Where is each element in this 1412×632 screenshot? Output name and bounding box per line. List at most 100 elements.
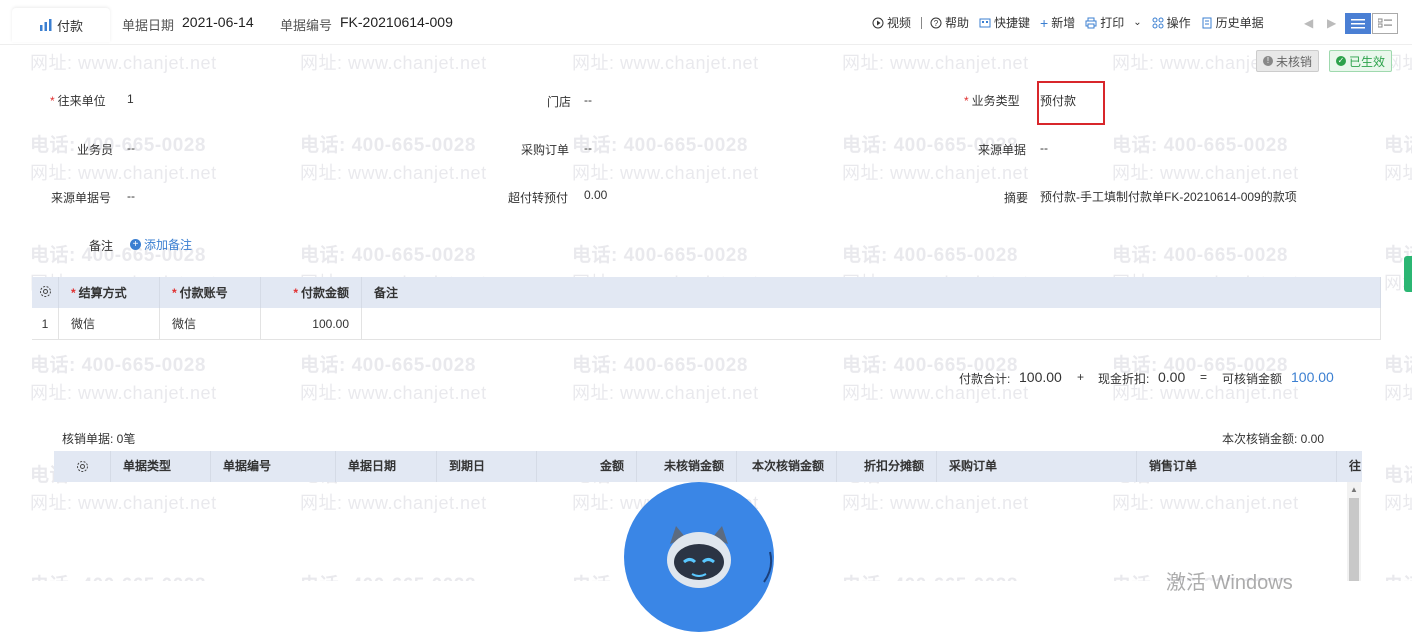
detail-list-icon xyxy=(1378,18,1392,28)
note-label: 备注 xyxy=(89,239,114,253)
status-badge-effective: ✓ 已生效 xyxy=(1329,50,1393,72)
gear-icon xyxy=(39,285,51,297)
column-header: * 付款账号 xyxy=(159,277,261,308)
discount-label: 现金折扣: xyxy=(1098,372,1150,386)
list-view-button[interactable] xyxy=(1345,13,1371,34)
verifiable-value: 100.00 xyxy=(1291,369,1334,385)
column-settings[interactable] xyxy=(54,451,111,482)
top-bar: 付款 单据日期 2021-06-14 单据编号 FK-20210614-009 … xyxy=(0,0,1412,44)
watermark-phone: 电话: 400-665-0028 xyxy=(572,245,748,266)
po-label: 采购订单 xyxy=(521,143,570,157)
biz-type-label: * 业务类型 xyxy=(964,94,1020,108)
watermark-site: 网址: www.chanjet.net xyxy=(300,383,487,403)
operate-button[interactable]: 操作 xyxy=(1152,14,1191,31)
add-button[interactable]: + 新增 xyxy=(1040,14,1075,31)
payment-table: * 结算方式 * 付款账号 * 付款金额 备注 1 微信 微信 100.00 xyxy=(32,277,1381,340)
tab-payment[interactable]: 付款 xyxy=(12,8,110,42)
assistant-robot-icon[interactable] xyxy=(624,482,774,632)
help-icon: ? xyxy=(930,17,942,28)
header-divider xyxy=(0,44,1412,45)
summary-value[interactable]: 预付款-手工填制付款单FK-20210614-009的款项 xyxy=(1040,188,1297,205)
operate-label: 操作 xyxy=(1166,16,1191,30)
gear-icon xyxy=(76,461,88,473)
document-icon xyxy=(1202,17,1212,28)
next-arrow-icon[interactable]: ▶ xyxy=(1327,16,1336,30)
salesman-value[interactable]: -- xyxy=(127,141,135,155)
svg-text:?: ? xyxy=(934,19,939,28)
doc-date-label: 单据日期 xyxy=(122,18,175,33)
store-value[interactable]: -- xyxy=(584,93,592,107)
watermark-site: 网址: www.chanjet.net xyxy=(842,493,1029,513)
equals-sign: = xyxy=(1200,370,1208,384)
counterparty-value[interactable]: 1 xyxy=(127,92,134,106)
column-header: 备注 xyxy=(361,277,1381,308)
watermark-site: 网址: www.chanjet.net xyxy=(1384,163,1412,183)
plus-sign: + xyxy=(1077,370,1085,384)
printer-icon xyxy=(1085,17,1097,28)
watermark-site: 网址: www.chanjet.net xyxy=(572,163,759,183)
print-button[interactable]: 打印 ⌄ xyxy=(1085,14,1142,31)
watermark-phone: 电话: 400-665-0028 xyxy=(300,245,476,266)
card-view-button[interactable] xyxy=(1372,13,1398,34)
keyboard-icon xyxy=(979,18,991,27)
column-settings[interactable] xyxy=(32,277,59,308)
column-header: 金额 xyxy=(537,451,637,482)
column-header: 折扣分摊额 xyxy=(837,451,937,482)
robot-face-icon xyxy=(667,526,773,588)
watermark-site: 网址: www.chanjet.net xyxy=(30,163,217,183)
watermark-phone: 电话: 400-665-0028 xyxy=(842,570,1018,581)
verify-count: 核销单据: 0笔 xyxy=(62,432,136,446)
note-cell[interactable] xyxy=(361,308,1381,340)
shortcut-button[interactable]: 快捷键 xyxy=(979,14,1030,31)
column-header: 销售订单 xyxy=(1137,451,1337,482)
watermark-site: 网址: www.chanjet.net xyxy=(30,493,217,513)
vertical-scrollbar[interactable]: ▲ xyxy=(1347,482,1361,581)
source-no-label: 来源单据号 xyxy=(51,191,112,205)
chart-icon xyxy=(39,19,52,31)
add-note-button[interactable]: + 添加备注 xyxy=(130,236,192,253)
table-header-row: * 结算方式 * 付款账号 * 付款金额 备注 xyxy=(32,277,1381,308)
help-button[interactable]: ? 帮助 xyxy=(930,14,969,31)
watermark-phone: 电话: 400-665-0028 xyxy=(1112,135,1288,156)
column-header: 单据类型 xyxy=(111,451,211,482)
amount-cell[interactable]: 100.00 xyxy=(260,308,362,340)
settle-method-cell[interactable]: 微信 xyxy=(58,308,160,340)
counterparty-label: * 往来单位 xyxy=(50,94,106,108)
column-header: 未核销金额 xyxy=(637,451,737,482)
column-header: 采购订单 xyxy=(937,451,1137,482)
watermark-phone: 电话: 400-665-0028 xyxy=(300,135,476,156)
info-icon: ! xyxy=(1263,56,1273,66)
doc-number-label: 单据编号 xyxy=(280,18,333,33)
verify-table-header: 单据类型 单据编号 单据日期 到期日 金额 未核销金额 本次核销金额 折扣分摊额… xyxy=(54,451,1362,482)
history-button[interactable]: 历史单据 xyxy=(1201,14,1264,31)
account-cell[interactable]: 微信 xyxy=(159,308,261,340)
column-header: 单据日期 xyxy=(336,451,437,482)
prev-arrow-icon[interactable]: ◀ xyxy=(1304,16,1313,30)
source-doc-value[interactable]: -- xyxy=(1040,141,1048,155)
watermark-site: 网址: www.chanjet.net xyxy=(1384,383,1412,403)
plus-icon: + xyxy=(1040,14,1049,31)
add-note-label: 添加备注 xyxy=(144,238,193,252)
watermark-site: 网址: www.chanjet.net xyxy=(572,383,759,403)
overpay-value[interactable]: 0.00 xyxy=(584,188,607,202)
table-row[interactable]: 1 微信 微信 100.00 xyxy=(32,308,1381,340)
doc-date-value: 2021-06-14 xyxy=(182,14,254,30)
toolbar-divider xyxy=(921,16,923,29)
scroll-up-icon[interactable]: ▲ xyxy=(1350,485,1358,494)
video-label: 视频 xyxy=(887,16,912,30)
source-no-value[interactable]: -- xyxy=(127,189,135,203)
watermark-site: 网址: www.chanjet.net xyxy=(842,163,1029,183)
status-badge-unverified: ! 未核销 xyxy=(1256,50,1320,72)
po-value[interactable]: -- xyxy=(584,141,592,155)
check-circle-icon: ✓ xyxy=(1336,56,1346,66)
discount-value: 0.00 xyxy=(1158,369,1186,385)
watermark-site: 网址: www.chanjet.net xyxy=(30,53,217,73)
column-header: 本次核销金额 xyxy=(737,451,837,482)
video-button[interactable]: 视频 xyxy=(872,14,911,31)
side-panel-handle[interactable] xyxy=(1404,256,1412,292)
chevron-down-icon[interactable]: ⌄ xyxy=(1133,17,1141,28)
scroll-thumb[interactable] xyxy=(1349,498,1359,581)
play-icon xyxy=(872,17,884,28)
watermark-site: 网址: www.chanjet.net xyxy=(30,383,217,403)
watermark-site: 网址: www.chanjet.net xyxy=(300,493,487,513)
